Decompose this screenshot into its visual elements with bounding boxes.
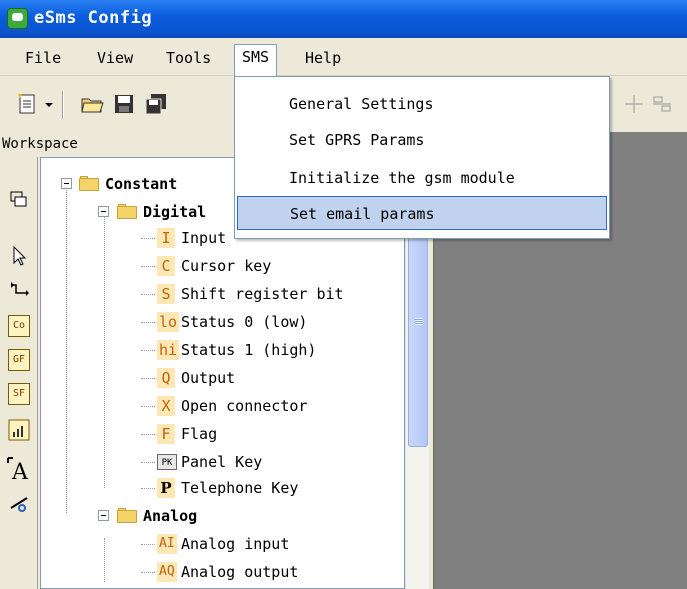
tree-item[interactable]: hi Status 1 (high) [41,338,401,362]
distribute-icon[interactable] [650,92,674,116]
workspace-header: Workspace [0,132,240,157]
tree-label: Analog input [181,535,290,553]
title-bar: eSms Config [0,0,687,38]
pointer-icon[interactable] [8,245,30,267]
open-connector-badge-icon: X [157,396,175,416]
tree-label: Open connector [181,397,308,415]
tree-item[interactable]: AQ Analog output [41,560,401,584]
menu-tools[interactable]: Tools [159,46,218,70]
tree-item[interactable]: C Cursor key [41,254,401,278]
app-icon [7,8,28,29]
toolbar-separator [62,91,64,119]
grip-icon [415,318,423,325]
tree-label: Analog [143,507,198,525]
signal-icon[interactable] [8,419,30,441]
window-title: eSms Config [34,8,153,28]
input-badge-icon: I [157,228,175,248]
tree-item[interactable]: Q Output [41,366,401,390]
save-all-icon[interactable] [144,92,168,116]
tool-palette: Co GF SF A [0,157,38,589]
menu-bar: File View Tools SMS Help [0,38,687,76]
connect-icon[interactable] [8,279,30,301]
tree-label: Telephone Key [181,479,299,497]
collapse-icon[interactable] [98,206,109,217]
tree-label: Flag [181,425,218,443]
tree-label: Output [181,369,236,387]
tree-label: Digital [143,203,207,221]
telephone-key-badge-icon: P [157,478,175,498]
collapse-icon[interactable] [61,178,72,189]
dropdown-arrow-icon[interactable] [42,92,56,116]
text-icon[interactable]: A [6,455,34,485]
window-icon[interactable] [8,189,30,211]
tree-item[interactable]: X Open connector [41,394,401,418]
cursor-key-badge-icon: C [157,256,175,276]
gf-icon[interactable]: GF [8,349,30,371]
menu-item-set-email-params[interactable]: Set email params [237,196,607,230]
menu-file[interactable]: File [18,46,68,70]
tree-label: Shift register bit [181,285,344,303]
tree-item[interactable]: PK Panel Key [41,450,401,474]
shift-register-badge-icon: S [157,284,175,304]
tree-item[interactable]: P Telephone Key [41,476,401,500]
tree-label: Analog output [181,563,299,581]
tree-label: Status 0 (low) [181,313,308,331]
menu-help[interactable]: Help [298,46,348,70]
folder-icon [117,204,139,220]
tree-label: Status 1 (high) [181,341,317,359]
tree-item[interactable]: AI Analog input [41,532,401,556]
sms-dropdown-menu: General Settings Set GPRS Params Initial… [234,76,610,239]
menu-item-initialize-gsm[interactable]: Initialize the gsm module [237,161,607,195]
tree-item[interactable]: lo Status 0 (low) [41,310,401,334]
align-icon[interactable] [622,92,646,116]
status-high-badge-icon: hi [157,340,180,360]
menu-item-general-settings[interactable]: General Settings [237,87,607,121]
collapse-icon[interactable] [98,510,109,521]
menu-sms[interactable]: SMS [234,44,278,76]
folder-icon [117,508,139,524]
flag-badge-icon: F [157,424,175,444]
analog-input-badge-icon: AI [157,534,177,554]
tree-label: Constant [105,175,178,193]
tree-item[interactable]: F Flag [41,422,401,446]
tree-label: Cursor key [181,257,272,275]
menu-item-set-gprs-params[interactable]: Set GPRS Params [237,123,607,157]
save-icon[interactable] [112,92,136,116]
tree-label: Panel Key [181,453,263,471]
tree-label: Input [181,229,227,247]
analog-output-badge-icon: AQ [157,562,177,582]
new-file-icon[interactable] [16,92,40,116]
menu-view[interactable]: View [90,46,140,70]
tree-node-analog[interactable]: Analog [41,504,401,528]
tree-item[interactable]: S Shift register bit [41,282,401,306]
open-folder-icon[interactable] [80,92,104,116]
sf-icon[interactable]: SF [8,383,30,405]
svg-text:A: A [11,460,29,483]
status-low-badge-icon: lo [157,312,180,332]
cut-icon[interactable] [8,493,30,515]
folder-icon [79,176,101,192]
co-icon[interactable]: Co [8,315,30,337]
panel-key-badge-icon: PK [157,454,177,470]
output-badge-icon: Q [157,368,175,388]
